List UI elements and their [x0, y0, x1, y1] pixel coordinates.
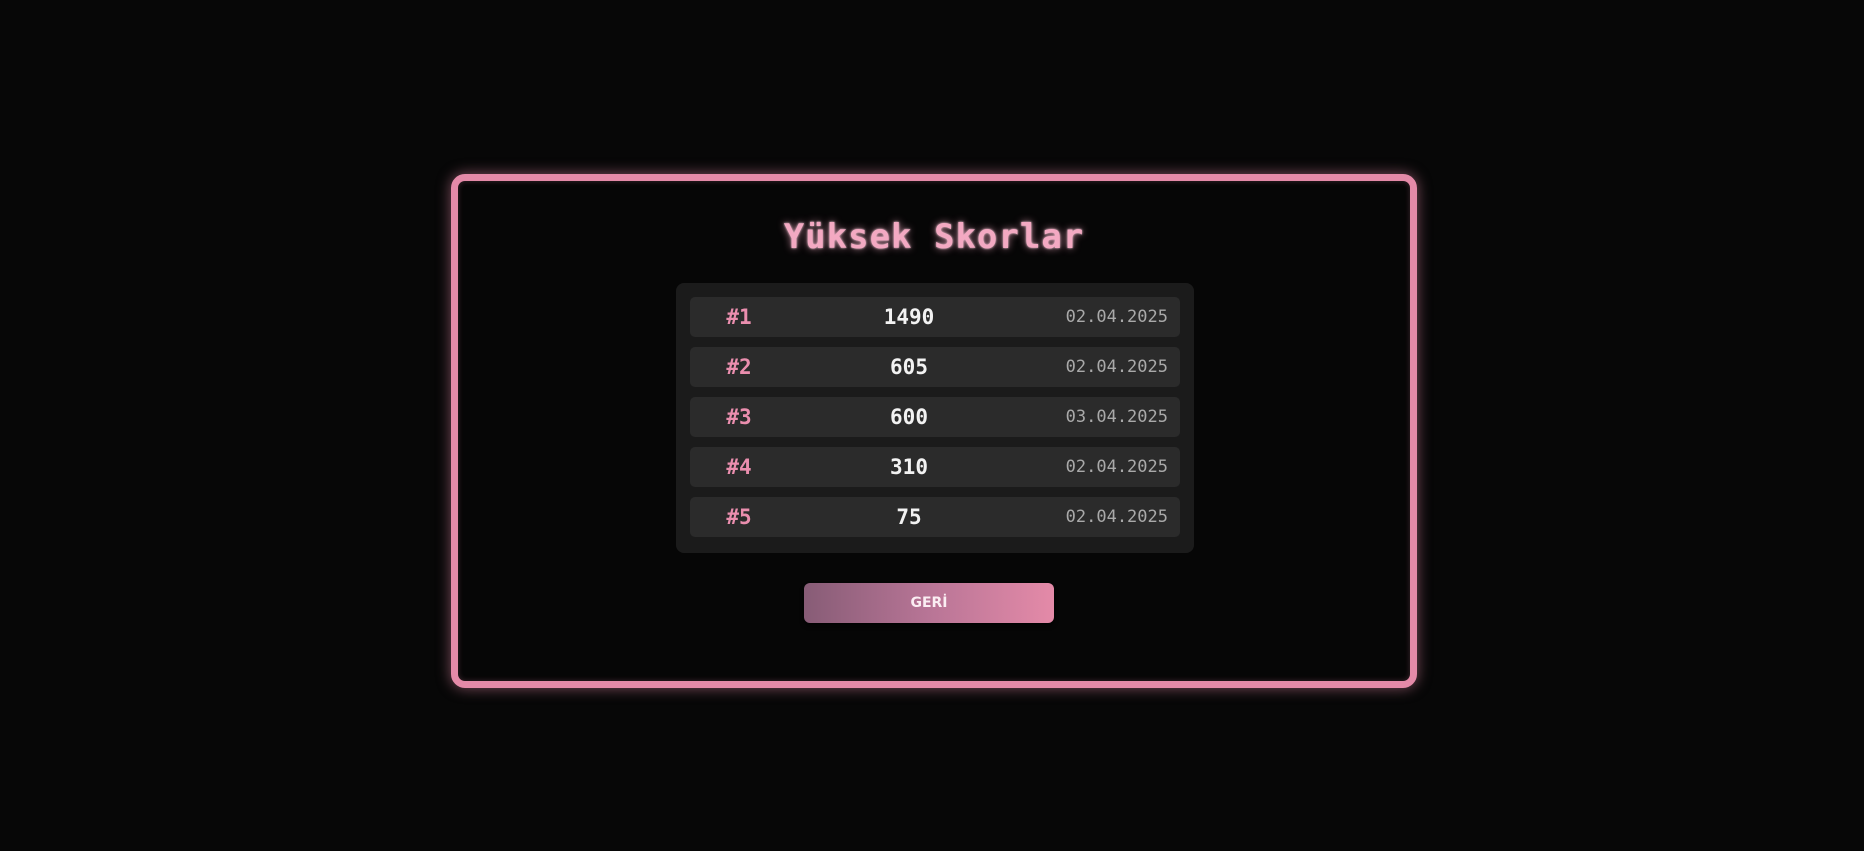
- rank-label: #5: [726, 505, 752, 529]
- score-list: #1 1490 02.04.2025 #2 605 02.04.2025 #3 …: [676, 283, 1194, 553]
- score-date: 02.04.2025: [1065, 307, 1168, 327]
- score-date: 02.04.2025: [1065, 357, 1168, 377]
- rank-label: #2: [726, 355, 752, 379]
- score-value: 600: [890, 405, 928, 429]
- score-value: 310: [890, 455, 928, 479]
- score-value: 1490: [883, 305, 935, 329]
- score-row-1: #1 1490 02.04.2025: [690, 297, 1180, 337]
- rank-label: #3: [726, 405, 752, 429]
- rank-label: #4: [726, 455, 752, 479]
- highscores-panel: Yüksek Skorlar #1 1490 02.04.2025 #2 605…: [451, 174, 1417, 688]
- score-date: 03.04.2025: [1065, 407, 1168, 427]
- score-date: 02.04.2025: [1065, 507, 1168, 527]
- page-title: Yüksek Skorlar: [783, 217, 1085, 257]
- score-row-5: #5 75 02.04.2025: [690, 497, 1180, 537]
- score-row-4: #4 310 02.04.2025: [690, 447, 1180, 487]
- back-button[interactable]: GERİ: [804, 583, 1054, 623]
- rank-label: #1: [726, 305, 752, 329]
- score-value: 75: [896, 505, 922, 529]
- score-row-2: #2 605 02.04.2025: [690, 347, 1180, 387]
- score-row-3: #3 600 03.04.2025: [690, 397, 1180, 437]
- score-value: 605: [890, 355, 928, 379]
- score-date: 02.04.2025: [1065, 457, 1168, 477]
